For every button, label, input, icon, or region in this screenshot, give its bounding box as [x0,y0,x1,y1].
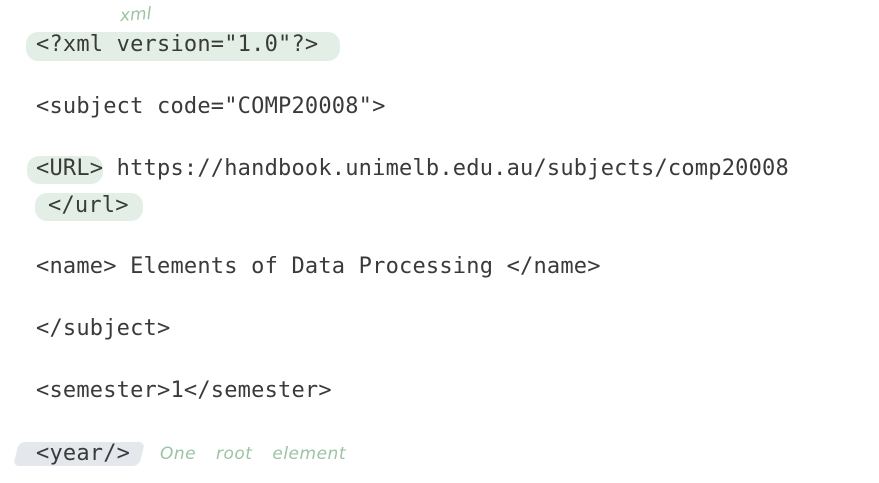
annotation-one-root-element: One root element [160,444,346,464]
url-close-tag-line: </url> [48,193,129,218]
subject-close-tag-line: </subject> [36,316,171,341]
subject-open-tag-line: <subject code="COMP20008"> [36,94,386,119]
url-line: <URL> https://handbook.unimelb.edu.au/su… [36,156,789,181]
semester-element-line: <semester>1</semester> [36,378,332,403]
name-element-line: <name> Elements of Data Processing </nam… [36,254,601,279]
year-element-line: <year/> [36,441,131,466]
annotation-xml: xml [119,3,153,27]
xml-declaration-line: <?xml version="1.0"?> [36,32,319,57]
